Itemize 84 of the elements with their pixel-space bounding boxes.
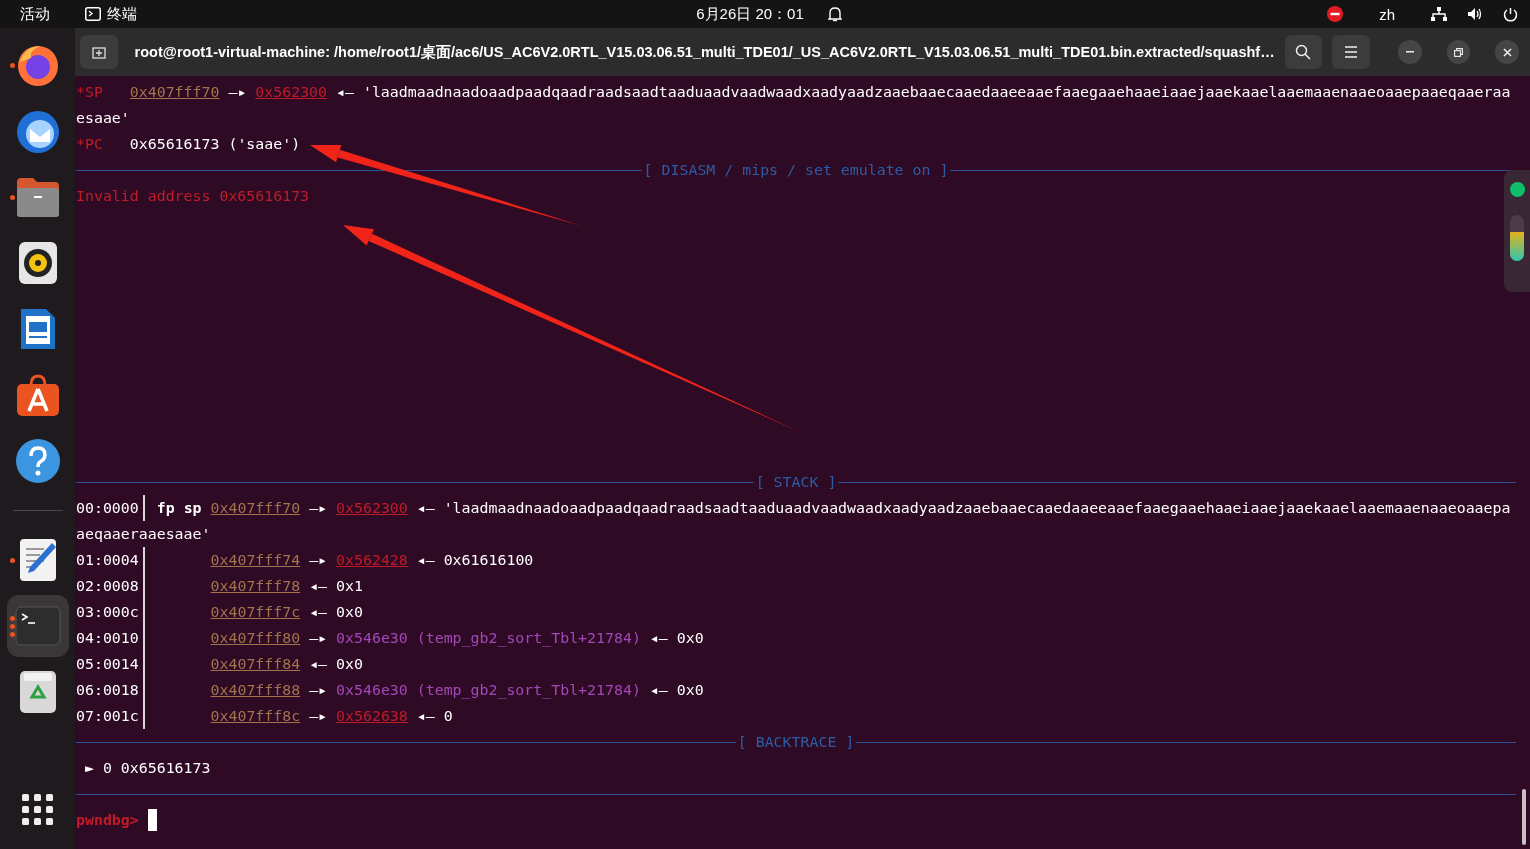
prompt-text: pwndbg> — [76, 811, 139, 829]
search-icon — [1295, 44, 1312, 60]
stack-address: 0x407fff74 — [210, 551, 301, 569]
symbol-value: 0x546e30 (temp_gb2_sort_Tbl+21784) — [336, 629, 641, 647]
stack-address: 0x407fff8c — [210, 707, 301, 725]
do-not-disturb-icon[interactable] — [1327, 6, 1344, 22]
speaker-icon — [17, 241, 58, 285]
terminal-text: ► 0 0x65616173 — [83, 759, 211, 777]
stack-offset: 00:0000 — [76, 495, 145, 521]
stack-address: 0x407fff7c — [210, 603, 301, 621]
close-icon — [1502, 47, 1512, 57]
terminal-text: —▸ — [308, 551, 329, 569]
app-grid-icon — [21, 794, 54, 826]
search-button[interactable] — [1284, 35, 1323, 69]
terminal-text: ◂— 0x1 — [308, 577, 363, 595]
terminal-text: —▸ — [308, 499, 329, 517]
stack-offset: 05:0014 — [76, 651, 145, 677]
terminal-text: —▸ — [308, 681, 329, 699]
close-button[interactable] — [1495, 40, 1520, 64]
terminal-text: —▸ — [308, 707, 329, 725]
terminal-text: ◂— 'laadmaadnaadoaadpaadqaadraadsaadtaaduaadvaadwaadxaadyaadzaaebaaecaaedaaeeaaefaaegaaehaaeiaaejaaekaaelaaemaaenaaeoaaepaaeqaaeraa — [335, 83, 1511, 101]
new-tab-icon — [91, 45, 106, 59]
stack-address: 0x407fff88 — [210, 681, 301, 699]
terminal-text: ◂— 0x0 — [308, 603, 363, 621]
terminal-text: ◂— 0x0 — [648, 629, 704, 647]
new-tab-button[interactable] — [80, 35, 118, 69]
terminal-icon — [14, 606, 61, 646]
heap-address: 0x562428 — [336, 551, 408, 569]
stack-address: 0x407fff80 — [210, 629, 301, 647]
minimize-button[interactable] — [1397, 40, 1422, 64]
heap-address: 0x562638 — [336, 707, 408, 725]
menu-icon — [1344, 46, 1359, 58]
stack-offset: 06:0018 — [76, 677, 145, 703]
error-message: Invalid address 0x65616173 — [76, 187, 310, 205]
text-cursor — [147, 809, 157, 831]
terminal-text: —▸ — [227, 83, 248, 101]
status-dot — [1509, 182, 1525, 197]
trash-icon — [17, 669, 58, 715]
window-title: root@root1-virtual-machine: /home/root1/桌面/ac6/US_AC6V2.0RTL_V15.03.06.51_multi_TDE01/_US_AC6V2.0RTL_V15.03.06.51_multi_TDE01.bin.extracted/squashf… — [133, 42, 1275, 62]
stack-address: 0x407fff70 — [210, 499, 301, 517]
stack-address: 0x407fff84 — [210, 655, 301, 673]
terminal-text: ◂— 0x0 — [308, 655, 363, 673]
terminal-text: esaae' — [76, 109, 130, 127]
pencil-document-icon — [17, 537, 58, 583]
section-header: [ DISASM / mips / set emulate on ] — [642, 161, 950, 179]
stack-offset: 03:000c — [76, 599, 145, 625]
terminal-text: aeqaaeraaesaae' — [76, 525, 211, 543]
symbol-value: 0x546e30 (temp_gb2_sort_Tbl+21784) — [336, 681, 641, 699]
heap-address: 0x562300 — [255, 83, 328, 101]
folder-icon — [14, 176, 61, 218]
terminal-text: ◂— 0x61616100 — [415, 551, 534, 569]
stack-address: 0x407fff70 — [129, 83, 220, 101]
terminal-text: —▸ — [308, 629, 329, 647]
register-label: fp sp — [155, 499, 203, 517]
minimize-icon — [1405, 51, 1414, 53]
menu-button[interactable] — [1332, 35, 1370, 69]
restore-icon — [1453, 47, 1463, 57]
terminal-text: 0x65616173 ('saae') — [129, 135, 301, 153]
bell-icon[interactable] — [827, 6, 842, 22]
app-menu[interactable]: 终端 — [107, 4, 137, 24]
restore-button[interactable] — [1446, 40, 1471, 64]
shopping-bag-icon — [14, 373, 61, 417]
terminal-icon — [85, 7, 101, 21]
help-icon — [14, 438, 61, 484]
input-method[interactable]: zh — [1379, 5, 1395, 23]
stack-address: 0x407fff78 — [210, 577, 301, 595]
stack-offset: 01:0004 — [76, 547, 145, 573]
register-name: *PC — [76, 135, 104, 153]
activities-button[interactable]: 活动 — [20, 4, 50, 24]
terminal-text: ◂— 0x0 — [648, 681, 704, 699]
network-icon[interactable] — [1431, 7, 1447, 21]
register-name: *SP — [76, 83, 104, 101]
power-icon[interactable] — [1503, 6, 1518, 22]
terminal-text: ◂— 0 — [415, 707, 453, 725]
clock[interactable]: 6月26日 20：01 — [696, 4, 804, 24]
volume-icon[interactable] — [1467, 7, 1483, 21]
section-header: [ BACKTRACE ] — [736, 733, 856, 751]
stack-offset: 04:0010 — [76, 625, 145, 651]
scrollbar — [1522, 789, 1526, 845]
terminal-text: ◂— 'laadmaadnaadoaadpaadqaadraadsaadtaaduaadvaadwaadxaadyaadzaaebaaecaaedaaeeaaefaaegaaehaaeiaaejaaekaaelaaemaaenaaeoaaepa — [415, 499, 1511, 517]
section-header: [ STACK ] — [754, 473, 838, 491]
stack-offset: 02:0008 — [76, 573, 145, 599]
stack-offset: 07:001c — [76, 703, 145, 729]
heap-address: 0x562300 — [336, 499, 408, 517]
